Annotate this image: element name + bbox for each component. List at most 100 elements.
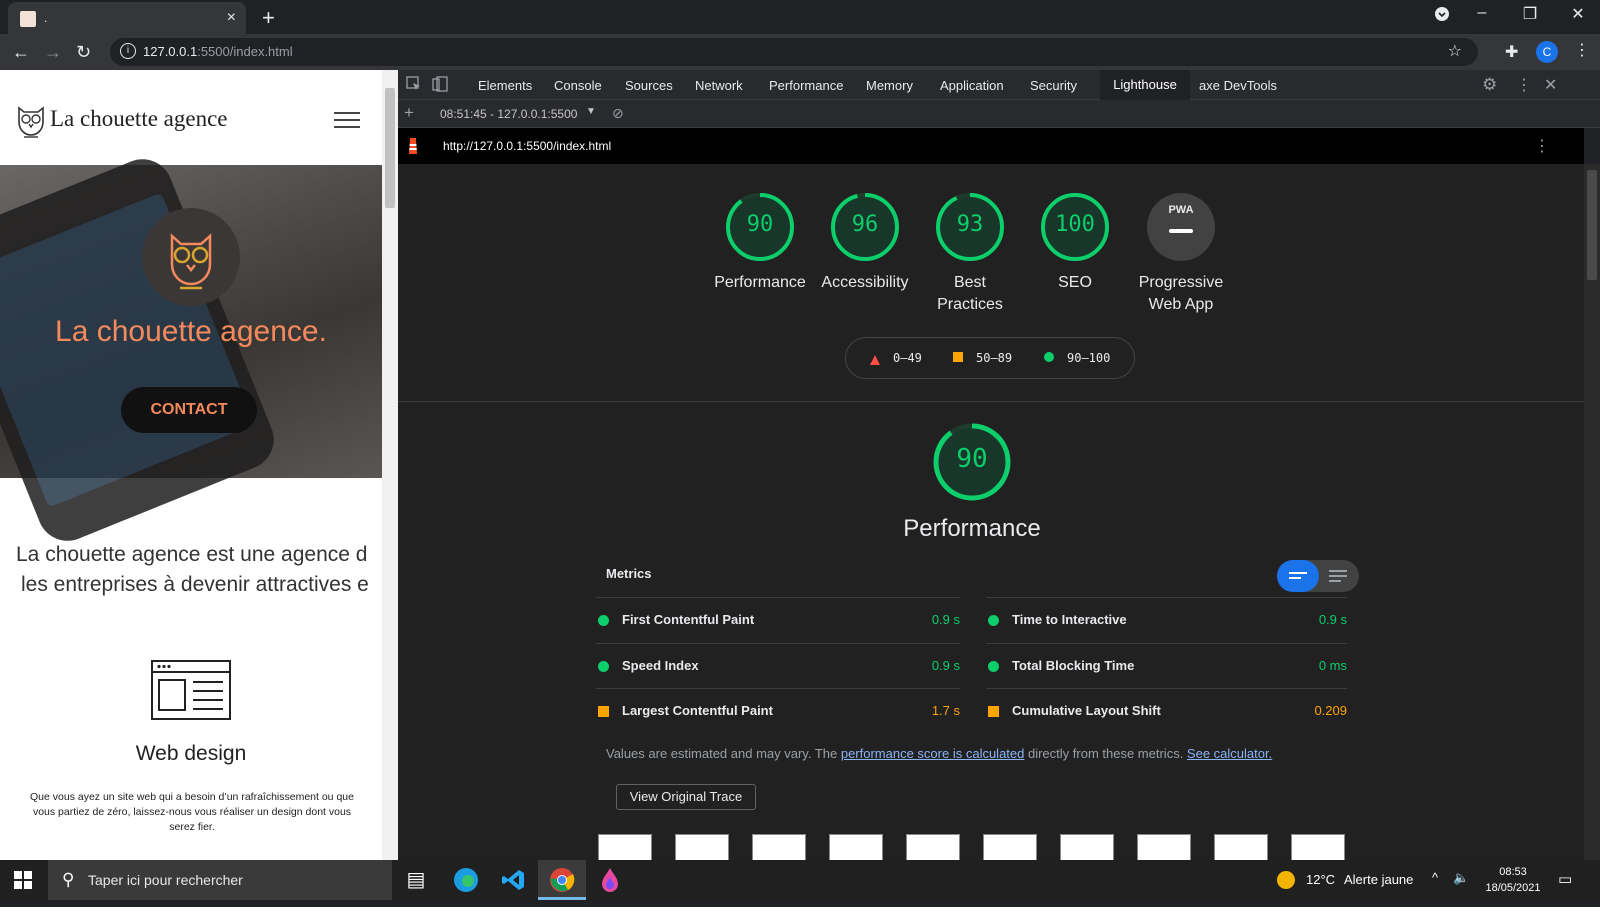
- hamburger-menu-icon[interactable]: [334, 112, 360, 128]
- average-square-icon: [953, 352, 963, 362]
- back-icon[interactable]: ←: [12, 42, 30, 63]
- report-dropdown-icon[interactable]: ▼: [586, 106, 596, 117]
- legend-average: 50–89: [976, 351, 1013, 365]
- hero-banner: La chouette agence. CONTACT: [0, 150, 382, 550]
- taskbar-clock[interactable]: 08:53 18/05/2021: [1478, 864, 1548, 896]
- score-label: SEO: [1058, 274, 1092, 291]
- pass-circle-icon: [1044, 352, 1054, 362]
- forward-icon[interactable]: →: [44, 42, 62, 63]
- task-view-icon[interactable]: ▤: [392, 860, 440, 900]
- toggle-compact-view[interactable]: [1277, 560, 1319, 592]
- tab-axe-devtools[interactable]: axe DevTools: [1199, 78, 1277, 93]
- score-calculated-link[interactable]: performance score is calculated: [841, 746, 1025, 761]
- reload-icon[interactable]: ↻: [76, 42, 91, 63]
- windows-start-icon[interactable]: [14, 871, 32, 889]
- device-toolbar-icon[interactable]: [432, 76, 448, 97]
- tab-lighthouse[interactable]: Lighthouse: [1100, 70, 1190, 100]
- score-value: 93: [956, 212, 984, 237]
- pwa-badge-text: PWA: [1168, 204, 1194, 216]
- extensions-icon[interactable]: ✚: [1505, 42, 1518, 62]
- tab-application[interactable]: Application: [940, 78, 1004, 93]
- report-url[interactable]: http://127.0.0.1:5500/index.html: [443, 139, 611, 153]
- metric-row: Cumulative Layout Shift 0.209: [986, 688, 1347, 733]
- tab-console[interactable]: Console: [554, 78, 602, 93]
- section-score: 90: [956, 444, 988, 474]
- edge-icon[interactable]: [442, 860, 490, 900]
- pass-circle-icon: [598, 660, 609, 672]
- pass-circle-icon: [598, 615, 609, 626]
- volume-icon[interactable]: 🔈: [1453, 870, 1469, 886]
- inspect-element-icon[interactable]: [406, 76, 422, 97]
- score-value: 90: [746, 212, 774, 237]
- view-original-trace-button[interactable]: View Original Trace: [616, 784, 756, 810]
- address-bar[interactable]: i 127.0.0.1:5500/index.html ☆: [110, 38, 1478, 66]
- tab-performance[interactable]: Performance: [769, 78, 843, 93]
- bookmark-star-icon[interactable]: ☆: [1448, 41, 1462, 61]
- pwa-badge-icon: PWA: [1145, 191, 1217, 263]
- clear-reports-icon[interactable]: ⊘: [612, 105, 624, 122]
- performance-section-gauge: 90: [932, 422, 1012, 502]
- chevron-up-icon[interactable]: ^: [1432, 870, 1438, 885]
- devtools-tab-bar: Elements Console Sources Network Perform…: [398, 70, 1600, 100]
- minimize-icon[interactable]: –: [1462, 4, 1502, 22]
- new-tab-button[interactable]: +: [262, 5, 275, 31]
- score-legend: 0–49 50–89 90–100: [845, 337, 1135, 379]
- score-gauge[interactable]: 96: [829, 191, 901, 263]
- metric-row: First Contentful Paint 0.9 s: [596, 597, 960, 642]
- weather-alert[interactable]: Alerte jaune: [1344, 872, 1413, 887]
- paint-app-icon[interactable]: [586, 860, 634, 900]
- owl-logo-icon: [18, 106, 44, 138]
- page-scrollbar-thumb[interactable]: [385, 88, 395, 208]
- tab-memory[interactable]: Memory: [866, 78, 913, 93]
- settings-gear-icon[interactable]: ⚙: [1482, 75, 1497, 95]
- notifications-icon[interactable]: ▭: [1558, 870, 1572, 888]
- devtools-scrollbar-thumb[interactable]: [1587, 170, 1597, 280]
- browser-tab[interactable]: . ×: [8, 2, 246, 34]
- chrome-icon[interactable]: [538, 860, 586, 900]
- tab-close-icon[interactable]: ×: [227, 9, 236, 27]
- new-report-icon[interactable]: +: [404, 103, 414, 123]
- metric-name: First Contentful Paint: [622, 612, 755, 627]
- contact-button[interactable]: CONTACT: [121, 387, 257, 433]
- tab-sources[interactable]: Sources: [625, 78, 673, 93]
- tab-network[interactable]: Network: [695, 78, 743, 93]
- browser-menu-icon[interactable]: ⋮: [1574, 40, 1590, 60]
- vscode-icon[interactable]: [490, 860, 538, 900]
- filmstrip-thumbnail: [675, 834, 729, 860]
- tab-elements[interactable]: Elements: [478, 78, 532, 93]
- score-value: 96: [851, 212, 879, 237]
- metric-name: Cumulative Layout Shift: [1012, 703, 1161, 718]
- lighthouse-report: 90 Performance 96 Accessibility 93 Best Pract…: [398, 164, 1584, 860]
- filmstrip-thumbnail: [598, 834, 652, 860]
- score-gauge[interactable]: 100: [1039, 191, 1111, 263]
- restore-icon[interactable]: ❐: [1510, 4, 1550, 24]
- url-path: :5500/index.html: [197, 44, 293, 59]
- clock-date: 18/05/2021: [1485, 882, 1541, 894]
- filmstrip-thumbnail: [752, 834, 806, 860]
- report-select[interactable]: 08:51:45 - 127.0.0.1:5500: [440, 107, 577, 121]
- site-name[interactable]: La chouette agence: [50, 106, 228, 132]
- score-gauge[interactable]: 93: [934, 191, 1006, 263]
- score-gauge[interactable]: 90: [724, 191, 796, 263]
- search-placeholder: Taper ici pour rechercher: [88, 872, 243, 888]
- devtools-close-icon[interactable]: ✕: [1544, 75, 1557, 95]
- devtools-menu-icon[interactable]: ⋮: [1516, 75, 1532, 95]
- see-calculator-link[interactable]: See calculator.: [1187, 746, 1272, 761]
- profile-avatar[interactable]: C: [1536, 41, 1558, 63]
- browser-toolbar: ← → ↻ i 127.0.0.1:5500/index.html ☆: [0, 34, 1600, 70]
- metric-value: 0.209: [1314, 703, 1347, 718]
- report-menu-icon[interactable]: ⋮: [1534, 136, 1550, 156]
- filmstrip-thumbnail: [1291, 834, 1345, 860]
- score-label: Best Practices: [937, 274, 1003, 313]
- metrics-view-toggle[interactable]: [1277, 560, 1359, 592]
- window-close-icon[interactable]: ✕: [1558, 4, 1598, 24]
- metric-row: Time to Interactive 0.9 s: [986, 597, 1347, 642]
- intro-text: La chouette agence est une agence d les …: [0, 540, 382, 600]
- taskbar-search-box[interactable]: ⚲ Taper ici pour rechercher: [48, 860, 392, 900]
- info-icon[interactable]: i: [120, 43, 136, 59]
- tab-title: .: [44, 11, 48, 25]
- tab-security[interactable]: Security: [1030, 78, 1077, 93]
- toggle-expanded-view[interactable]: [1325, 560, 1353, 597]
- tab-search-icon[interactable]: [1422, 6, 1462, 27]
- weather-temp[interactable]: 12°C: [1306, 872, 1335, 887]
